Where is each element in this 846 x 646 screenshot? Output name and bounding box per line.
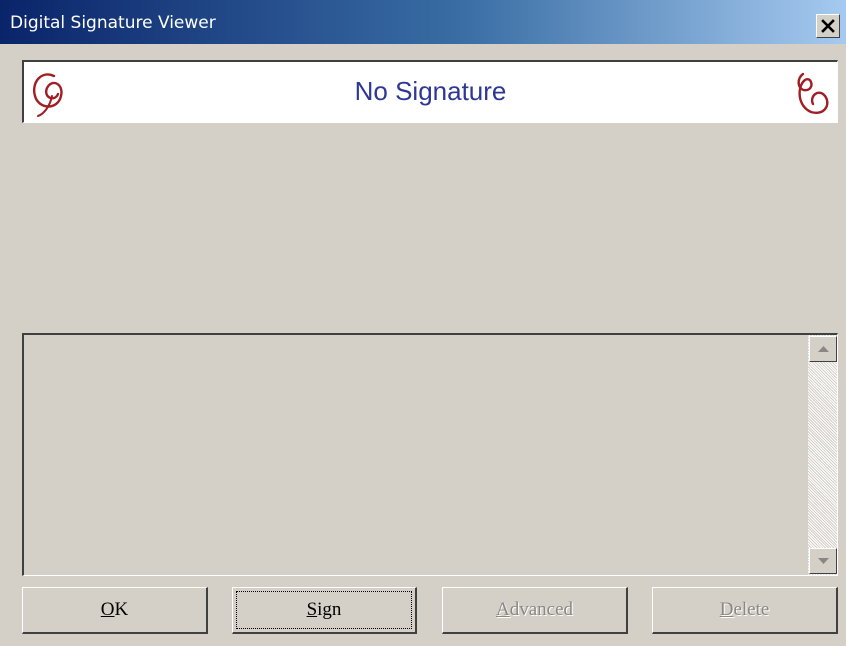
window-title: Digital Signature Viewer [10, 13, 216, 33]
title-bar[interactable]: Digital Signature Viewer [0, 0, 846, 44]
ok-button[interactable]: OK [22, 587, 208, 634]
up-arrow-icon [817, 346, 829, 352]
sign-button[interactable]: Sign [232, 587, 417, 634]
advanced-button[interactable]: Advanced [442, 587, 628, 634]
scroll-up-button[interactable] [809, 336, 837, 362]
digital-signature-viewer-window: Digital Signature Viewer No Signature OK… [0, 0, 846, 646]
sign-button-label: Sign [306, 599, 342, 620]
signature-details-panel[interactable] [22, 333, 838, 576]
down-arrow-icon [817, 558, 829, 564]
signature-flourish-icon [797, 72, 829, 114]
delete-button[interactable]: Delete [652, 587, 838, 634]
signature-status-banner: No Signature [22, 60, 838, 123]
ok-button-label: OK [100, 599, 129, 620]
close-icon [821, 19, 835, 33]
advanced-button-label: Advanced [495, 599, 574, 620]
delete-button-label: Delete [719, 599, 770, 620]
vertical-scrollbar[interactable] [808, 335, 837, 575]
close-button[interactable] [816, 14, 840, 38]
scroll-down-button[interactable] [809, 548, 837, 574]
signature-status-text: No Signature [354, 76, 507, 106]
